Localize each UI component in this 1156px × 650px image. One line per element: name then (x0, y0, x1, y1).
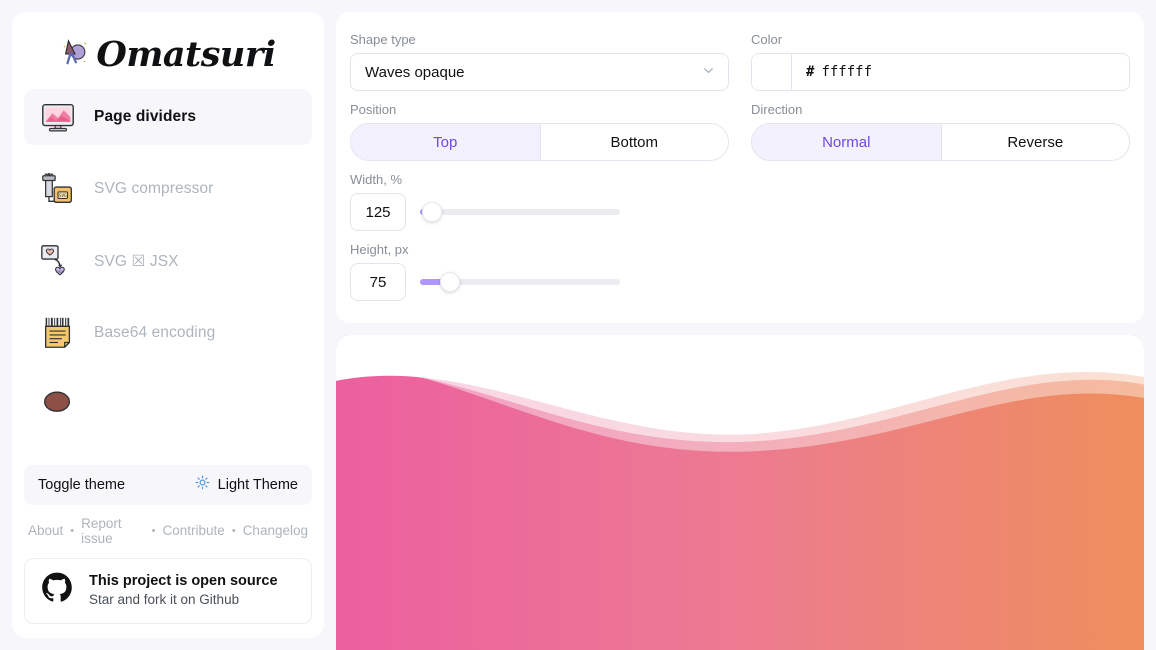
height-field: Height, px 75 (350, 242, 729, 301)
controls-grid: Shape type Waves opaque Color # ffffff P… (350, 32, 1130, 301)
app-logo[interactable]: Omatsuri (12, 12, 324, 89)
direction-segmented: Normal Reverse (751, 123, 1130, 161)
links-separator: • (151, 524, 156, 537)
shape-type-select[interactable]: Waves opaque (350, 53, 729, 91)
width-slider-row: 125 (350, 193, 729, 231)
theme-toggle-label: Toggle theme (38, 476, 126, 493)
base64-note-icon (38, 313, 78, 353)
sidebar-item-page-dividers[interactable]: Page dividers (24, 89, 312, 145)
partial-hidden-icon (38, 391, 76, 413)
direction-field: Direction Normal Reverse (751, 102, 1130, 161)
height-number-input[interactable]: 75 (350, 263, 406, 301)
controls-panel: Shape type Waves opaque Color # ffffff P… (336, 12, 1144, 323)
width-slider-track (420, 209, 620, 215)
svg-to-jsx-icon: JSX (38, 241, 78, 281)
main-area: Shape type Waves opaque Color # ffffff P… (336, 12, 1144, 650)
position-option-top[interactable]: Top (351, 124, 540, 160)
hash-symbol: # (806, 64, 815, 80)
svg-text:JSX: JSX (56, 269, 64, 274)
theme-value-label: Light Theme (217, 476, 298, 493)
direction-option-reverse[interactable]: Reverse (940, 124, 1130, 160)
height-slider[interactable] (420, 272, 620, 292)
sidebar-item-partial[interactable] (24, 377, 312, 413)
width-field: Width, % 125 (350, 172, 729, 231)
app-root: Omatsuri Page dividers SVG SVG compresso… (0, 0, 1156, 650)
sun-icon (195, 475, 210, 494)
shape-type-field: Shape type Waves opaque (350, 32, 729, 91)
link-report-issue[interactable]: Report issue (81, 516, 145, 546)
sidebar-item-label: SVG ☒ JSX (94, 252, 179, 270)
sidebar-item-label: SVG compressor (94, 180, 214, 197)
festival-icon (60, 37, 90, 72)
position-field: Position Top Bottom (350, 102, 729, 161)
wave-preview-svg (336, 335, 1144, 650)
theme-toggle[interactable]: Toggle theme Light Theme (24, 464, 312, 505)
width-label: Width, % (350, 172, 403, 187)
sidebar: Omatsuri Page dividers SVG SVG compresso… (12, 12, 324, 638)
direction-label: Direction (751, 102, 803, 117)
sidebar-nav: Page dividers SVG SVG compressor JSX SVG… (12, 89, 324, 465)
position-option-bottom[interactable]: Bottom (539, 124, 729, 160)
color-hex-input[interactable]: ffffff (821, 54, 1129, 90)
github-card-subtitle: Star and fork it on Github (89, 592, 240, 608)
direction-option-normal[interactable]: Normal (752, 124, 941, 160)
sidebar-item-base64-encoding[interactable]: Base64 encoding (24, 305, 312, 361)
github-icon (41, 572, 73, 609)
color-input-group: # ffffff (751, 53, 1130, 91)
divider-preview (336, 335, 1144, 650)
link-about[interactable]: About (28, 523, 63, 538)
position-label: Position (350, 102, 397, 117)
color-label: Color (751, 32, 783, 47)
link-changelog[interactable]: Changelog (243, 523, 308, 538)
theme-current: Light Theme (195, 475, 298, 494)
svg-text:SVG: SVG (59, 193, 67, 199)
spacer-cell (751, 242, 1130, 301)
height-label: Height, px (350, 242, 409, 257)
github-card-text: This project is open source Star and for… (89, 572, 278, 610)
github-card[interactable]: This project is open source Star and for… (24, 557, 312, 624)
app-title: Omatsuri (96, 34, 276, 75)
compressor-icon: SVG (38, 169, 78, 209)
footer-links: About • Report issue • Contribute • Chan… (24, 516, 312, 558)
links-separator: • (70, 524, 75, 537)
width-number-input[interactable]: 125 (350, 193, 406, 231)
sidebar-item-label: Base64 encoding (94, 324, 216, 341)
links-separator: • (231, 524, 236, 537)
height-slider-row: 75 (350, 263, 729, 301)
spacer-cell (751, 172, 1130, 242)
sidebar-item-svg-to-jsx[interactable]: JSX SVG ☒ JSX (24, 233, 312, 289)
color-field: Color # ffffff (751, 32, 1130, 91)
github-card-title: This project is open source (89, 572, 278, 589)
width-slider-thumb[interactable] (422, 202, 442, 222)
shape-type-label: Shape type (350, 32, 416, 47)
link-contribute[interactable]: Contribute (163, 523, 225, 538)
width-slider[interactable] (420, 202, 620, 222)
shape-type-value: Waves opaque (365, 63, 465, 81)
sidebar-item-label: Page dividers (94, 108, 197, 125)
color-swatch[interactable] (752, 54, 792, 90)
monitor-icon (38, 97, 78, 137)
sidebar-footer: Toggle theme Light Theme About • Report … (12, 464, 324, 638)
position-segmented: Top Bottom (350, 123, 729, 161)
height-slider-thumb[interactable] (440, 272, 460, 292)
chevron-down-icon (701, 63, 716, 82)
sidebar-item-svg-compressor[interactable]: SVG SVG compressor (24, 161, 312, 217)
